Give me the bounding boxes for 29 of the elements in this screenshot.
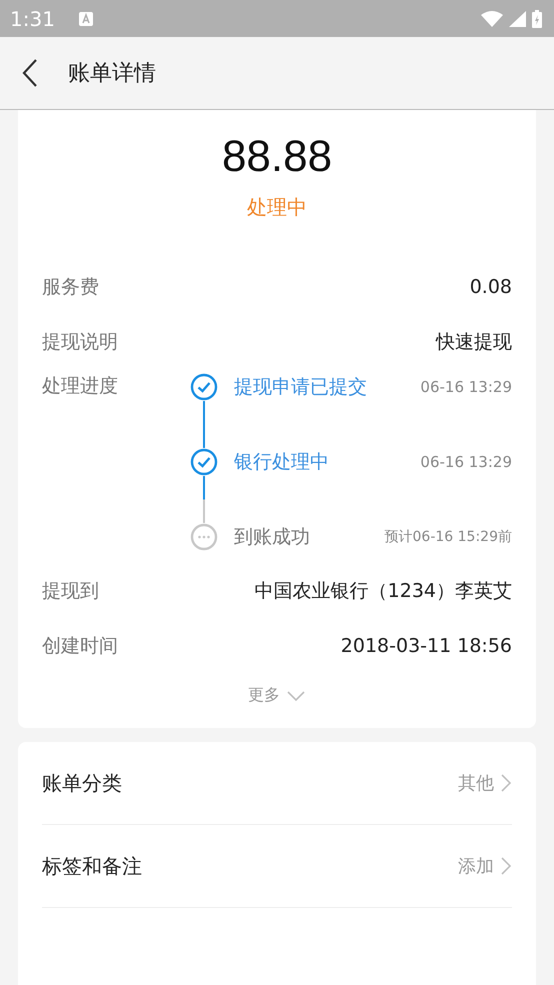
battery-icon <box>532 10 542 28</box>
detail-value: 中国农业银行（1234）李英艾 <box>254 578 512 604</box>
step-title: 银行处理中 <box>234 450 330 475</box>
notification-icon <box>78 12 93 26</box>
detail-label: 处理进度 <box>42 374 119 399</box>
step-time: 06-16 13:29 <box>420 377 512 398</box>
step-title: 提现申请已提交 <box>234 375 368 400</box>
detail-value: 快速提现 <box>436 330 512 354</box>
detail-label: 创建时间 <box>42 634 118 658</box>
menu-item[interactable]: 账单分类 其他 <box>42 742 512 825</box>
menu-item[interactable]: 标签和备注 添加 <box>42 825 512 908</box>
chevron-right-icon <box>500 856 512 876</box>
back-icon[interactable] <box>22 58 38 88</box>
status-text: 处理中 <box>246 194 308 221</box>
signal-icon <box>509 10 526 26</box>
detail-label: 提现说明 <box>42 330 118 354</box>
detail-label: 服务费 <box>42 274 99 300</box>
detail-label: 提现到 <box>42 578 99 604</box>
chevron-down-icon <box>286 690 306 702</box>
step-time: 06-16 13:29 <box>420 452 512 473</box>
detail-value: 0.08 <box>470 276 512 298</box>
chevron-right-icon <box>500 773 512 793</box>
step-time: 预计06-16 15:29前 <box>384 528 512 547</box>
step-title: 到账成功 <box>234 525 311 550</box>
detail-value: 2018-03-11 18:56 <box>340 634 512 656</box>
status-time: 1:31 <box>10 6 55 30</box>
page-title: 账单详情 <box>68 60 156 88</box>
wifi-icon <box>481 10 503 26</box>
amount: 88.88 <box>220 132 334 182</box>
